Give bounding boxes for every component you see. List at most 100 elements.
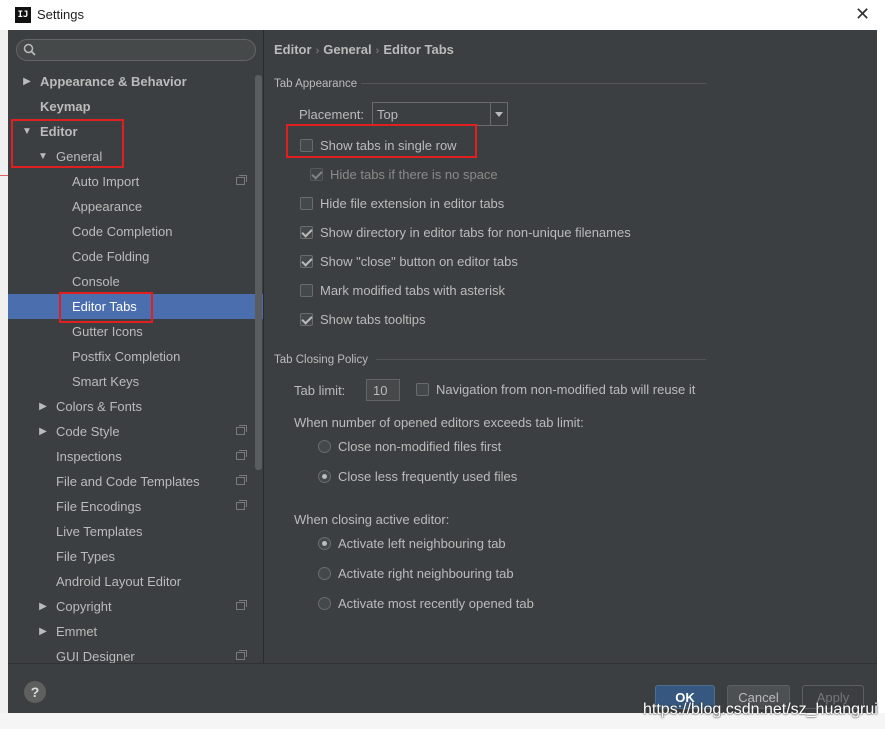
closing-active-label: When closing active editor: [294,512,450,527]
sidebar-item-label: File Encodings [56,499,142,514]
sidebar-item[interactable]: ▶ Appearance & Behavior [8,69,263,94]
project-settings-icon [236,650,247,660]
sidebar-item-label: Smart Keys [72,374,140,389]
sidebar-item[interactable]: ▶ Colors & Fonts [8,394,263,419]
breadcrumb-editor-tabs: Editor Tabs [383,42,454,57]
checkbox-label: Show directory in editor tabs for non-un… [320,225,631,240]
sidebar-scrollbar[interactable] [255,75,262,470]
sidebar-item-label: Emmet [56,624,98,639]
tab-limit-label: Tab limit: [294,383,346,398]
sidebar-item[interactable]: ▶ Code Style [8,419,263,444]
checkbox[interactable] [300,197,313,210]
project-settings-icon [236,175,247,185]
collapsed-arrow-icon[interactable]: ▶ [22,69,32,94]
radio-label: Activate most recently opened tab [338,596,534,611]
radio-label: Close non-modified files first [338,439,502,454]
sidebar-item-label: Android Layout Editor [56,574,182,589]
sidebar-item[interactable]: Live Templates [8,519,263,544]
breadcrumb-general: General [323,42,372,57]
chevron-down-icon[interactable] [490,103,508,125]
tab-limit-value: 10 [373,383,388,398]
sidebar-item[interactable]: Android Layout Editor [8,569,263,594]
sidebar-item-label: Keymap [40,99,91,114]
radio-button[interactable] [318,537,331,550]
annotation-single-row [286,124,477,158]
checkbox-label: Show "close" button on editor tabs [320,254,518,269]
tab-closing-group-title: Tab Closing Policy [274,354,368,366]
tab-limit-input[interactable]: 10 [366,379,400,401]
checkbox-label: Mark modified tabs with asterisk [320,283,505,298]
sidebar-item-label: Code Completion [72,224,173,239]
sidebar-item[interactable]: Code Completion [8,219,263,244]
radio-button[interactable] [318,567,331,580]
collapsed-arrow-icon[interactable]: ▶ [38,619,48,644]
project-settings-icon [236,425,247,435]
group-divider [361,83,706,84]
annotation-editor-general [11,119,124,168]
sidebar-item[interactable]: File and Code Templates [8,469,263,494]
sidebar-item[interactable]: ▶ Emmet [8,619,263,644]
checkbox[interactable] [300,284,313,297]
sidebar-item[interactable]: Keymap [8,94,263,119]
nav-reuse-label: Navigation from non-modified tab will re… [436,382,696,397]
exceeds-limit-label: When number of opened editors exceeds ta… [294,415,584,430]
sidebar-item[interactable]: ▶ Copyright [8,594,263,619]
placement-value: Top [377,107,398,122]
sidebar-item[interactable]: File Types [8,544,263,569]
checkbox-label: Hide file extension in editor tabs [320,196,505,211]
close-icon[interactable]: ✕ [855,4,870,24]
project-settings-icon [236,600,247,610]
project-settings-icon [236,450,247,460]
sidebar-item[interactable]: Appearance [8,194,263,219]
sidebar-item[interactable]: Postfix Completion [8,344,263,369]
checkbox-label: Hide tabs if there is no space [330,167,498,182]
sidebar-item-label: Appearance & Behavior [40,74,187,89]
breadcrumb-separator: › [315,45,320,57]
radio-button[interactable] [318,440,331,453]
sidebar-item[interactable]: Code Folding [8,244,263,269]
placement-combobox[interactable]: Top [372,102,508,126]
sidebar-item-label: Inspections [56,449,122,464]
sidebar-item-label: File Types [56,549,116,564]
window-title-bar: IJ Settings ✕ [0,0,885,30]
collapsed-arrow-icon[interactable]: ▶ [38,394,48,419]
radio-button[interactable] [318,597,331,610]
checkbox[interactable] [300,255,313,268]
radio-button[interactable] [318,470,331,483]
sidebar-item[interactable]: File Encodings [8,494,263,519]
intellij-app-icon: IJ [15,7,31,23]
sidebar-item-label: Code Style [56,424,120,439]
checkbox-label: Show tabs tooltips [320,312,426,327]
sidebar-item[interactable]: Auto Import [8,169,263,194]
nav-reuse-checkbox[interactable] [416,383,429,396]
sidebar-item-label: Appearance [72,199,143,214]
project-settings-icon [236,500,247,510]
settings-search-field[interactable] [16,39,256,61]
placement-label: Placement: [299,107,365,122]
search-icon [23,43,36,56]
sidebar-item-label: File and Code Templates [56,474,200,489]
sidebar-item[interactable]: GUI Designer [8,644,263,669]
sidebar-item-label: Auto Import [72,174,140,189]
sidebar-item[interactable]: Smart Keys [8,369,263,394]
sidebar-item-label: Colors & Fonts [56,399,142,414]
help-button[interactable]: ? [24,681,46,703]
window-frame-right [877,30,885,729]
breadcrumb: Editor › General › Editor Tabs [274,42,454,57]
collapsed-arrow-icon[interactable]: ▶ [38,594,48,619]
checkbox[interactable] [300,226,313,239]
annotation-editor-tabs [59,292,153,323]
background-red-line [0,175,8,176]
sidebar-item-label: Console [72,274,120,289]
radio-label: Close less frequently used files [338,469,518,484]
checkbox [310,168,323,181]
button-bar-divider [8,663,877,664]
checkbox[interactable] [300,313,313,326]
sidebar-item[interactable]: Inspections [8,444,263,469]
sidebar-item-label: GUI Designer [56,649,135,664]
sidebar-item-label: Live Templates [56,524,143,539]
collapsed-arrow-icon[interactable]: ▶ [38,419,48,444]
tab-appearance-group-title: Tab Appearance [274,78,358,90]
sidebar-item[interactable]: Console [8,269,263,294]
sidebar-item-label: Copyright [56,599,112,614]
